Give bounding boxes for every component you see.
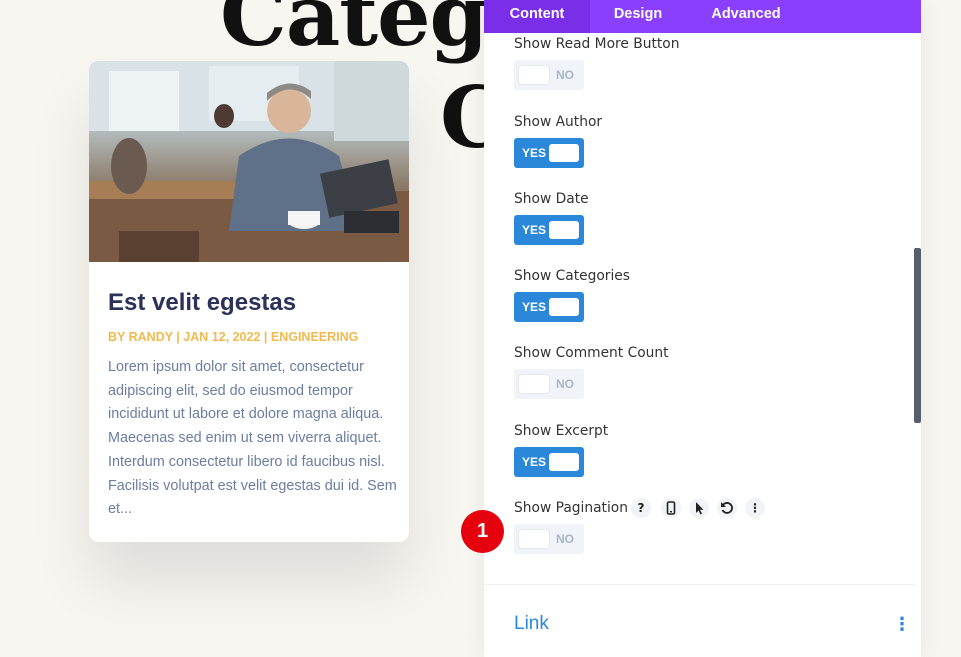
toggle-knob [549, 298, 579, 316]
step-badge: 1 [461, 510, 504, 553]
setting-label-author: Show Author [514, 114, 603, 130]
toggle-knob [549, 144, 579, 162]
hover-cursor-icon[interactable] [689, 498, 709, 518]
blog-post-card[interactable]: Est velit egestas BY RANDY | JAN 12, 202… [89, 61, 409, 542]
toggle-state: YES [522, 300, 547, 314]
toggle-knob [519, 530, 549, 548]
toggle-knob [549, 221, 579, 239]
setting-label-comment-count: Show Comment Count [514, 345, 669, 361]
toggle-state: NO [556, 532, 574, 546]
toggle-excerpt[interactable]: YES [514, 447, 584, 477]
setting-label-pagination: Show Pagination [514, 500, 628, 516]
more-options-icon[interactable]: ⋮ [745, 498, 765, 518]
toggle-knob [519, 375, 549, 393]
toggle-comment-count[interactable]: NO [514, 369, 584, 399]
toggle-date[interactable]: YES [514, 215, 584, 245]
toggle-read-more[interactable]: NO [514, 60, 584, 90]
tab-design[interactable]: Design [590, 0, 686, 33]
toggle-state: YES [522, 146, 547, 160]
toggle-state: YES [522, 223, 547, 237]
module-settings-panel: Content Design Advanced Show Read More B… [484, 0, 921, 657]
reset-icon[interactable] [717, 498, 737, 518]
help-icon[interactable]: ? [631, 498, 651, 518]
toggle-state: YES [522, 455, 547, 469]
section-more-icon[interactable]: ⋮ [893, 614, 911, 636]
toggle-pagination[interactable]: NO [514, 524, 584, 554]
toggle-knob [549, 453, 579, 471]
setting-label-date: Show Date [514, 191, 589, 207]
post-meta: BY RANDY | JAN 12, 2022 | ENGINEERING [108, 330, 359, 344]
section-divider [484, 584, 915, 585]
post-excerpt: Lorem ipsum dolor sit amet, consectetur … [108, 359, 397, 518]
setting-label-excerpt: Show Excerpt [514, 423, 609, 439]
post-title[interactable]: Est velit egestas [108, 289, 296, 317]
panel-scrollbar[interactable] [914, 248, 921, 423]
toggle-categories[interactable]: YES [514, 292, 584, 322]
tab-advanced[interactable]: Advanced [686, 0, 806, 33]
toggle-author[interactable]: YES [514, 138, 584, 168]
setting-label-categories: Show Categories [514, 268, 630, 284]
setting-label-read-more: Show Read More Button [514, 36, 680, 52]
toggle-state: NO [556, 68, 574, 82]
section-title-link[interactable]: Link [514, 613, 549, 635]
toggle-knob [519, 66, 549, 84]
toggle-state: NO [556, 377, 574, 391]
office-photo-illustration [89, 61, 409, 262]
tab-content[interactable]: Content [484, 0, 590, 33]
post-featured-image[interactable] [89, 61, 409, 262]
scrollbar-thumb[interactable] [914, 248, 921, 423]
mobile-icon[interactable] [661, 498, 681, 518]
settings-tab-bar: Content Design Advanced [484, 0, 921, 33]
